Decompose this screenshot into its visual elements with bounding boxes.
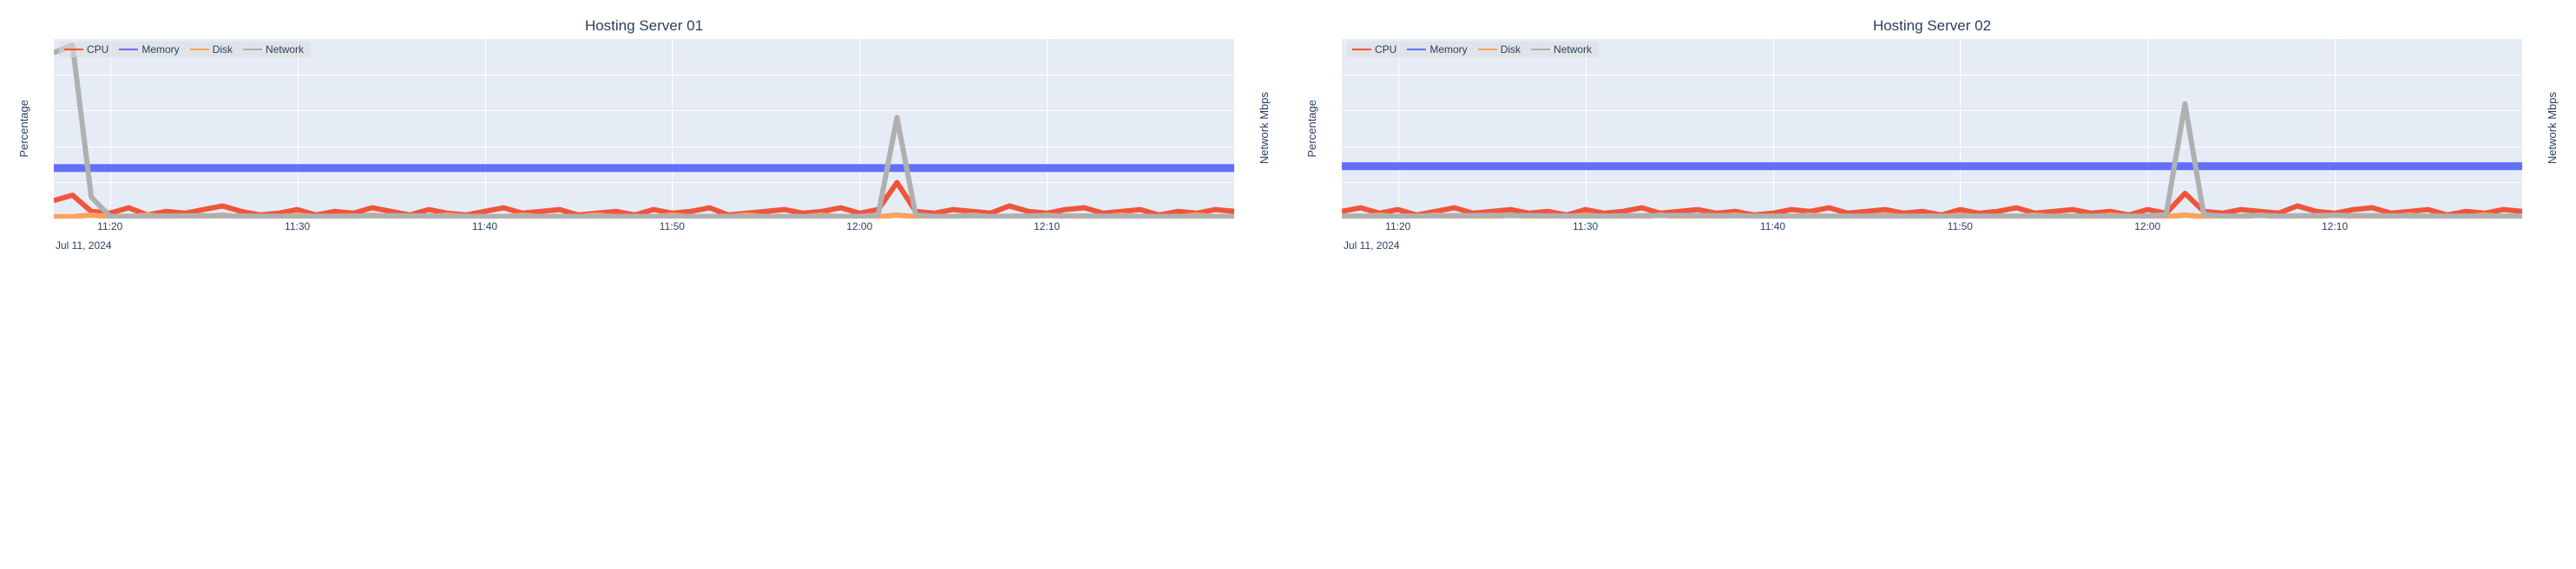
- legend-label: CPU: [87, 43, 108, 56]
- x-tick: 11:20: [97, 220, 122, 232]
- legend-item-memory[interactable]: Memory: [119, 43, 179, 56]
- legend: CPU Memory Disk Network: [1347, 42, 1599, 57]
- x-tick: 11:20: [1385, 220, 1410, 232]
- x-axis-date-label: Jul 11, 2024: [1342, 239, 2522, 255]
- panel-server-01: Hosting Server 01 Percentage 02040608010…: [17, 17, 1271, 255]
- x-tick: 11:40: [1760, 220, 1785, 232]
- legend-swatch-cpu-icon: [64, 49, 83, 50]
- chart-title: Hosting Server 01: [17, 17, 1271, 35]
- gridlines-h: [54, 38, 1234, 219]
- series-line-disk: [54, 215, 1234, 217]
- x-axis-date-label: Jul 11, 2024: [54, 239, 1234, 255]
- legend-label: Network: [1554, 43, 1592, 56]
- legend-label: Network: [266, 43, 304, 56]
- x-tick: 12:00: [2134, 220, 2160, 232]
- x-tick: 11:30: [285, 220, 310, 232]
- plot-area[interactable]: 020406080100 0510152025 CPU Memory Disk: [54, 38, 1234, 219]
- legend-swatch-cpu-icon: [1352, 49, 1371, 50]
- gridlines-h: [1342, 38, 2522, 219]
- gridlines-v: [1342, 38, 2522, 219]
- legend-swatch-memory-icon: [1407, 49, 1426, 50]
- chart-title: Hosting Server 02: [1305, 17, 2559, 35]
- legend-swatch-disk-icon: [1478, 49, 1497, 50]
- series-line-disk: [1342, 215, 2522, 217]
- legend-swatch-disk-icon: [190, 49, 209, 50]
- series-line-network: [1342, 104, 2522, 217]
- legend-item-network[interactable]: Network: [243, 43, 304, 56]
- panel-server-02: Hosting Server 02 Percentage 02040608010…: [1305, 17, 2559, 255]
- chart-frame: Percentage 020406080100 0510152025 CPU M…: [17, 38, 1271, 255]
- y-axis-right-label: Network Mbps: [1258, 92, 1271, 164]
- series-line-network: [54, 45, 1234, 216]
- data-layer: [1342, 38, 2522, 219]
- legend-item-memory[interactable]: Memory: [1407, 43, 1467, 56]
- dashboard: Hosting Server 01 Percentage 02040608010…: [0, 0, 2576, 264]
- x-axis: 11:20 11:30 11:40 11:50 12:00 12:10: [54, 219, 1234, 239]
- x-tick: 11:30: [1573, 220, 1598, 232]
- y-axis-left-label: Percentage: [17, 100, 30, 158]
- legend-item-cpu[interactable]: CPU: [1352, 43, 1396, 56]
- gridlines-v: [54, 38, 1234, 219]
- x-tick: 12:00: [846, 220, 872, 232]
- legend-label: Disk: [213, 43, 233, 56]
- x-tick: 12:10: [1034, 220, 1060, 232]
- legend-label: CPU: [1375, 43, 1396, 56]
- legend-swatch-memory-icon: [119, 49, 138, 50]
- y-axis-right-label: Network Mbps: [2546, 92, 2559, 164]
- y-axis-left-label: Percentage: [1305, 100, 1318, 158]
- chart-frame: Percentage 020406080100 05101520 CPU Mem…: [1305, 38, 2559, 255]
- plot-area[interactable]: 020406080100 05101520 CPU Memory Disk: [1342, 38, 2522, 219]
- x-tick: 11:40: [472, 220, 497, 232]
- legend: CPU Memory Disk Network: [59, 42, 311, 57]
- x-tick: 11:50: [660, 220, 685, 232]
- legend-item-disk[interactable]: Disk: [190, 43, 233, 56]
- x-tick: 11:50: [1948, 220, 1973, 232]
- legend-item-network[interactable]: Network: [1531, 43, 1592, 56]
- legend-swatch-network-icon: [243, 49, 262, 50]
- legend-item-disk[interactable]: Disk: [1478, 43, 1521, 56]
- legend-label: Memory: [1429, 43, 1467, 56]
- legend-swatch-network-icon: [1531, 49, 1550, 50]
- legend-label: Disk: [1501, 43, 1521, 56]
- series-line-cpu: [54, 182, 1234, 214]
- legend-item-cpu[interactable]: CPU: [64, 43, 108, 56]
- legend-label: Memory: [141, 43, 179, 56]
- x-tick: 12:10: [2322, 220, 2348, 232]
- data-layer: [54, 38, 1234, 219]
- series-line-cpu: [1342, 193, 2522, 215]
- x-axis: 11:20 11:30 11:40 11:50 12:00 12:10: [1342, 219, 2522, 239]
